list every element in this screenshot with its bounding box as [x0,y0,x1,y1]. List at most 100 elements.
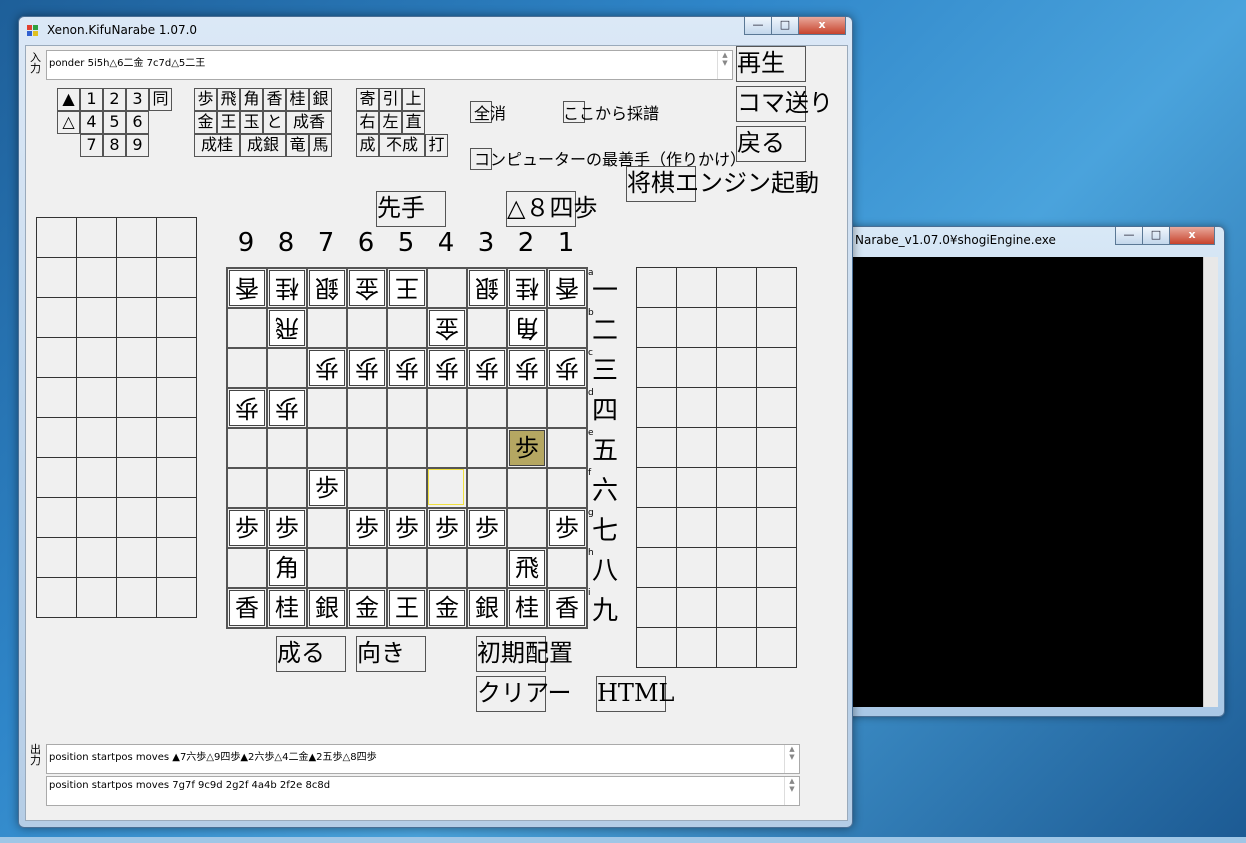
hand-cell[interactable] [76,417,117,458]
board-square[interactable] [307,508,347,548]
step-button[interactable]: コマ送り [736,86,833,122]
modifier-button[interactable]: 寄 [356,88,379,111]
close-icon[interactable]: x [1169,227,1215,245]
hand-cell[interactable] [756,507,797,548]
gote-piece[interactable]: 香 [549,270,585,306]
hand-cell[interactable] [716,627,757,668]
sente-piece[interactable]: 歩 [309,470,345,506]
board-square[interactable] [227,548,267,588]
hand-cell[interactable] [116,337,157,378]
sente-piece[interactable]: 香 [229,590,265,626]
hand-cell[interactable] [636,627,677,668]
board-square[interactable] [427,468,467,508]
modifier-button[interactable]: 成 [356,134,379,157]
sente-piece[interactable]: 歩 [229,510,265,546]
piece-button[interactable]: 銀 [309,88,332,111]
piece-button[interactable]: 飛 [217,88,240,111]
output-field-2[interactable]: position startpos moves 7g7f 9c9d 2g2f 4… [46,776,800,806]
gote-piece[interactable]: 歩 [349,350,385,386]
gote-piece[interactable]: 桂 [509,270,545,306]
board-square[interactable] [547,428,587,468]
hand-cell[interactable] [116,257,157,298]
hand-cell[interactable] [636,387,677,428]
board-square[interactable] [467,388,507,428]
hand-cell[interactable] [76,377,117,418]
board-square[interactable] [507,388,547,428]
hand-cell[interactable] [716,587,757,628]
gote-piece[interactable]: 金 [429,310,465,346]
hand-cell[interactable] [636,347,677,388]
hand-cell[interactable] [36,577,77,618]
sente-piece[interactable]: 角 [269,550,305,586]
initial-position-button[interactable]: 初期配置 [476,636,573,672]
piece-button[interactable]: 馬 [309,134,332,157]
hand-cell[interactable] [676,507,717,548]
gote-piece[interactable]: 金 [349,270,385,306]
hand-cell[interactable] [76,257,117,298]
board-square[interactable] [267,468,307,508]
hand-cell[interactable] [756,547,797,588]
hand-cell[interactable] [156,297,197,338]
direction-button[interactable]: 向き [356,636,426,672]
hand-cell[interactable] [756,587,797,628]
gote-piece[interactable]: 香 [229,270,265,306]
hand-cell[interactable] [116,417,157,458]
board-square[interactable] [467,428,507,468]
gote-piece[interactable]: 歩 [469,350,505,386]
board-square[interactable] [547,388,587,428]
input-scrollbar[interactable]: ▲ ▼ [717,51,732,79]
board-square[interactable] [427,388,467,428]
gote-piece[interactable]: 歩 [549,350,585,386]
piece-button[interactable]: 竜 [286,134,309,157]
hand-cell[interactable] [116,497,157,538]
gote-piece[interactable]: 桂 [269,270,305,306]
hand-cell[interactable] [76,537,117,578]
board-square[interactable] [227,308,267,348]
hand-cell[interactable] [36,457,77,498]
sente-piece[interactable]: 歩 [469,510,505,546]
hand-cell[interactable] [756,307,797,348]
modifier-button[interactable]: 右 [356,111,379,134]
keypad-key[interactable]: 6 [126,111,149,134]
piece-button[interactable]: 桂 [286,88,309,111]
hand-cell[interactable] [716,427,757,468]
board-square[interactable] [387,308,427,348]
piece-button[interactable]: 王 [217,111,240,134]
hand-cell[interactable] [36,537,77,578]
hand-cell[interactable] [756,267,797,308]
gote-piece[interactable]: 歩 [429,350,465,386]
keypad-key[interactable]: 8 [103,134,126,157]
keypad-key[interactable]: ▲ [57,88,80,111]
maximize-icon[interactable]: □ [1142,227,1170,245]
hand-cell[interactable] [156,497,197,538]
hand-cell[interactable] [676,587,717,628]
sente-piece[interactable]: 桂 [269,590,305,626]
board-square[interactable] [427,268,467,308]
piece-button[interactable]: 成香 [286,111,332,134]
hand-cell[interactable] [716,507,757,548]
html-button[interactable]: HTML [596,676,674,712]
board-square[interactable] [467,468,507,508]
maximize-icon[interactable]: □ [771,17,799,35]
hand-cell[interactable] [156,257,197,298]
output-scrollbar-2[interactable]: ▲ ▼ [784,777,799,805]
sente-piece[interactable]: 銀 [309,590,345,626]
console-scrollbar[interactable] [1203,257,1218,707]
board-square[interactable] [227,428,267,468]
hand-cell[interactable] [76,577,117,618]
sente-piece[interactable]: 金 [349,590,385,626]
hand-cell[interactable] [716,467,757,508]
board-square[interactable] [347,428,387,468]
hand-cell[interactable] [36,297,77,338]
hand-cell[interactable] [676,467,717,508]
play-button[interactable]: 再生 [736,46,806,82]
hand-cell[interactable] [636,587,677,628]
sente-piece[interactable]: 歩 [429,510,465,546]
board-square[interactable] [387,388,427,428]
gote-piece[interactable]: 角 [509,310,545,346]
sente-piece[interactable]: 香 [549,590,585,626]
board-square[interactable] [307,548,347,588]
hand-cell[interactable] [36,497,77,538]
clear-button[interactable]: クリアー [476,676,572,712]
modifier-button[interactable]: 上 [402,88,425,111]
